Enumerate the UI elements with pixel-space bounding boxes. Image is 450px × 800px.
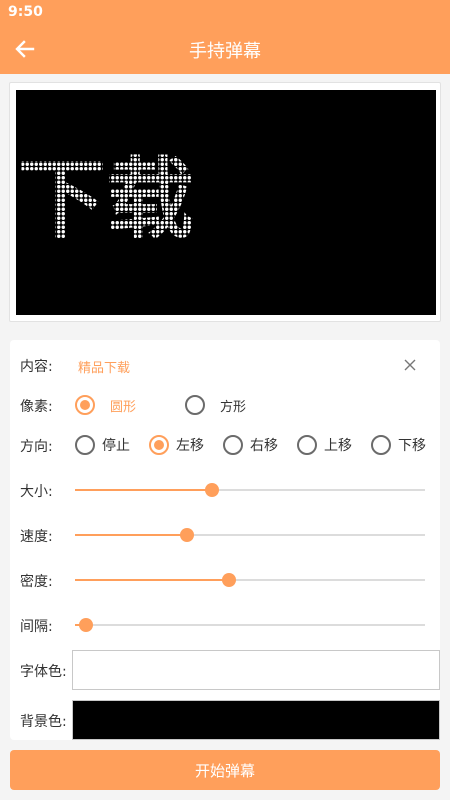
pixel-option-round[interactable]: 圆形 [75,395,136,415]
slider-thumb[interactable] [204,483,219,497]
pixel-option-label: 方形 [220,399,247,415]
direction-label: 方向: [20,439,53,455]
slider-thumb[interactable] [180,528,194,542]
slider-track [75,624,425,626]
spacing-label: 间隔: [20,619,53,635]
direction-option-right[interactable]: 右移 [223,435,278,455]
status-time: 9:50 [8,4,43,20]
size-label: 大小: [20,484,53,500]
speed-label: 速度: [20,529,53,545]
direction-option-label: 下移 [398,438,426,454]
settings-form: 内容: 精品下载 像素: 圆形 方形 方向: 停止 左移 右移 上移 下移 大小… [10,340,440,740]
pixel-option-label: 圆形 [110,399,137,415]
app-bar: 9:50 手持弹幕 [0,0,450,74]
radio-unchecked-icon [223,435,243,455]
content-input[interactable]: 精品下载 [78,357,130,376]
direction-option-up[interactable]: 上移 [297,435,352,455]
size-slider[interactable] [75,480,425,500]
direction-option-label: 右移 [250,438,278,454]
slider-fill [75,579,229,581]
radio-checked-icon [75,395,95,415]
density-slider[interactable] [75,570,425,590]
slider-fill [75,489,212,491]
content-label: 内容: [20,359,53,375]
direction-option-stop[interactable]: 停止 [75,435,130,455]
direction-option-label: 停止 [102,438,130,454]
density-label: 密度: [20,574,53,590]
radio-unchecked-icon [75,435,95,455]
speed-slider[interactable] [75,525,425,545]
slider-thumb[interactable] [222,573,236,587]
bg-color-swatch[interactable] [72,700,440,740]
pixel-option-square[interactable]: 方形 [185,395,246,415]
radio-unchecked-icon [297,435,317,455]
radio-unchecked-icon [371,435,391,455]
dot-matrix-text: 下载 [18,150,195,249]
direction-option-label: 上移 [324,438,352,454]
clear-button[interactable] [400,355,420,375]
direction-option-label: 左移 [176,438,204,454]
font-color-swatch[interactable] [72,650,440,690]
page-title: 手持弹幕 [189,41,261,62]
slider-fill [75,534,187,536]
radio-checked-icon [149,435,169,455]
direction-option-down[interactable]: 下移 [371,435,426,455]
bg-color-label: 背景色: [20,714,67,730]
font-color-label: 字体色: [20,664,67,680]
slider-thumb[interactable] [78,618,93,632]
danmaku-preview: 下载 [16,90,436,315]
start-danmaku-button[interactable]: 开始弹幕 [10,750,440,790]
close-icon [404,359,416,371]
spacing-slider[interactable] [75,615,425,635]
preview-card: 下载 [9,82,441,322]
radio-unchecked-icon [185,395,205,415]
pixel-label: 像素: [20,399,53,415]
direction-option-left[interactable]: 左移 [149,435,204,455]
